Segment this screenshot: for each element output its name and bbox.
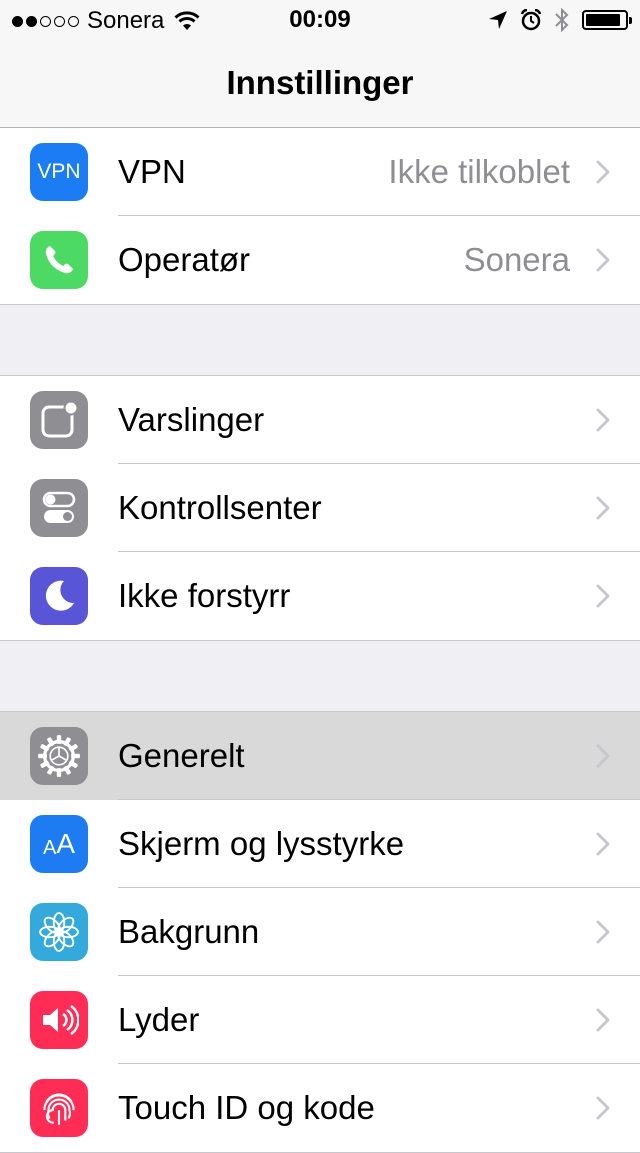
settings-row-vpn[interactable]: VPN VPN Ikke tilkoblet	[0, 128, 640, 216]
row-label: Operatør	[118, 241, 251, 278]
chevron-right-icon	[596, 160, 610, 184]
chevron-right-icon	[596, 920, 610, 944]
phone-icon	[30, 231, 88, 289]
chevron-right-icon	[596, 496, 610, 520]
notifications-icon	[30, 391, 88, 449]
settings-row-gear[interactable]: Generelt	[0, 712, 640, 800]
settings-row-display[interactable]: A A Skjerm og lysstyrke	[0, 800, 640, 888]
row-label: Skjerm og lysstyrke	[118, 825, 405, 862]
settings-group: Varslinger Kontrollsenter Ikke forstyrr	[0, 375, 640, 641]
speaker-icon	[30, 991, 88, 1049]
chevron-right-icon	[596, 1008, 610, 1032]
settings-row-control-center[interactable]: Kontrollsenter	[0, 464, 640, 552]
settings-group: Generelt A A Skjerm og lysstyrke Bakgrunn Lyd…	[0, 711, 640, 1153]
navigation-bar: Innstillinger	[0, 40, 640, 128]
row-label: Varslinger	[118, 401, 265, 438]
row-label: Generelt	[118, 737, 245, 774]
chevron-right-icon	[596, 584, 610, 608]
wallpaper-icon	[30, 903, 88, 961]
fingerprint-icon	[30, 1079, 88, 1137]
chevron-right-icon	[596, 1096, 610, 1120]
row-label: VPN	[118, 153, 186, 190]
bluetooth-icon	[555, 7, 569, 33]
settings-row-fingerprint[interactable]: Touch ID og kode	[0, 1064, 640, 1152]
settings-group: VPN VPN Ikke tilkoblet Operatør Sonera	[0, 128, 640, 305]
row-label: Kontrollsenter	[118, 489, 322, 526]
settings-row-speaker[interactable]: Lyder	[0, 976, 640, 1064]
row-detail: Sonera	[463, 241, 570, 278]
status-right	[488, 6, 632, 34]
alarm-clock-icon	[520, 9, 542, 31]
settings-list: VPN VPN Ikke tilkoblet Operatør Sonera Varsli…	[0, 128, 640, 1153]
row-detail: Ikke tilkoblet	[388, 153, 570, 190]
row-label: Touch ID og kode	[118, 1089, 375, 1126]
display-icon: AA	[30, 815, 88, 873]
row-label: Bakgrunn	[118, 913, 260, 950]
settings-row-phone[interactable]: Operatør Sonera	[0, 216, 640, 304]
battery-level	[586, 14, 621, 26]
moon-icon	[30, 567, 88, 625]
chevron-right-icon	[596, 408, 610, 432]
row-label: Ikke forstyrr	[118, 577, 291, 614]
chevron-right-icon	[596, 744, 610, 768]
row-label: Lyder	[118, 1001, 200, 1038]
settings-row-notifications[interactable]: Varslinger	[0, 376, 640, 464]
vpn-icon-text: VPN	[37, 160, 81, 183]
settings-row-moon[interactable]: Ikke forstyrr	[0, 552, 640, 640]
page-title: Innstillinger	[226, 64, 414, 101]
chevron-right-icon	[596, 248, 610, 272]
chevron-right-icon	[596, 832, 610, 856]
settings-row-wallpaper[interactable]: Bakgrunn	[0, 888, 640, 976]
battery-icon	[582, 10, 632, 30]
location-arrow-icon	[489, 11, 507, 29]
vpn-icon: VPN	[30, 143, 88, 201]
control-center-icon	[30, 479, 88, 537]
status-bar: Sonera 00:09	[0, 0, 640, 40]
gear-icon	[30, 727, 88, 785]
